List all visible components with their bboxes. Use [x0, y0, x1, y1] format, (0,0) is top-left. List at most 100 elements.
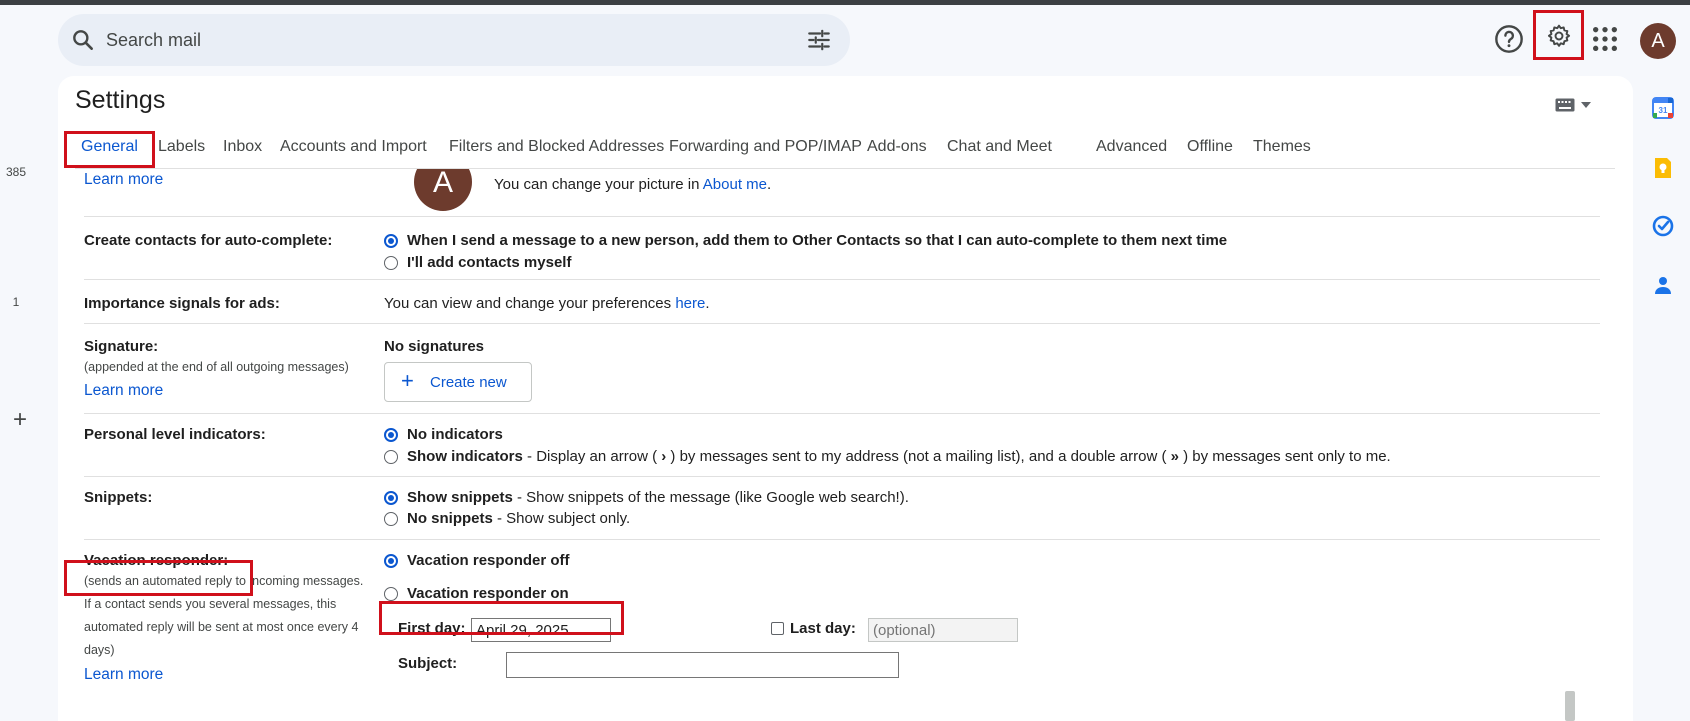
settings-panel: Settings General Labels Inbox Accounts a… [58, 76, 1633, 721]
snippets-row: Snippets: Show snippets - Show snippets … [84, 477, 1600, 540]
signature-row: Signature: (appended at the end of all o… [84, 324, 1600, 414]
vacation-on-radio[interactable] [384, 586, 398, 601]
account-avatar[interactable]: A [1640, 23, 1676, 59]
vacation-on-highlight [379, 601, 624, 635]
calendar-icon[interactable]: 31 [1651, 96, 1675, 120]
tab-advanced[interactable]: Advanced [1096, 138, 1167, 156]
contacts-option-manual[interactable]: I'll add contacts myself [384, 254, 571, 271]
signature-label: Signature: [84, 338, 159, 355]
tab-add-ons[interactable]: Add-ons [867, 138, 927, 156]
contacts-manual-radio[interactable] [384, 255, 398, 270]
last-day-checkbox[interactable] [771, 622, 784, 635]
subject-input[interactable] [506, 652, 899, 678]
left-rail: 385 1 + [0, 5, 58, 721]
create-signature-label: Create new [430, 374, 507, 391]
create-signature-button[interactable]: + Create new [384, 362, 532, 402]
tab-forwarding-and-pop-imap[interactable]: Forwarding and POP/IMAP [669, 138, 862, 156]
snippets-label: Snippets: [84, 489, 153, 506]
svg-text:31: 31 [1659, 106, 1668, 115]
plus-icon: + [401, 368, 414, 393]
help-icon[interactable] [1493, 23, 1525, 55]
apps-icon[interactable] [1589, 23, 1621, 55]
tab-themes[interactable]: Themes [1253, 138, 1311, 156]
show-snippets-radio[interactable] [384, 490, 398, 505]
dropdown-arrow-icon [1581, 102, 1591, 108]
search-icon[interactable] [70, 27, 96, 53]
vacation-sub-4: days) [84, 643, 115, 657]
vacation-off-option[interactable]: Vacation responder off [384, 552, 570, 569]
show-indicators-radio[interactable] [384, 449, 398, 464]
picture-period: . [767, 176, 772, 193]
profile-picture[interactable]: A [414, 169, 472, 211]
importance-row: Importance signals for ads: You can view… [84, 280, 1600, 324]
rail-count-other: 1 [12, 295, 20, 309]
importance-period: . [705, 295, 710, 312]
tab-offline[interactable]: Offline [1187, 138, 1233, 156]
search-input[interactable] [106, 22, 796, 58]
window-top-strip [0, 0, 1690, 5]
signature-learn-more-link[interactable]: Learn more [84, 379, 163, 402]
personal-indicators-row: Personal level indicators: No indicators… [84, 414, 1600, 477]
last-day-label: Last day: [790, 620, 856, 637]
keyboard-icon [1555, 98, 1575, 112]
settings-highlight [1533, 10, 1584, 60]
vacation-learn-more-link[interactable]: Learn more [84, 663, 163, 686]
picture-change-label: You can change your picture in [494, 176, 700, 193]
show-indicators-desc-b: ) by messages sent to my address (not a … [666, 448, 1171, 465]
contacts-option-auto[interactable]: When I send a message to a new person, a… [384, 232, 1227, 249]
input-tools-button[interactable] [1555, 94, 1599, 116]
picture-learn-more-link[interactable]: Learn more [84, 169, 163, 191]
search-bar [58, 14, 850, 66]
settings-tabs: General Labels Inbox Accounts and Import… [75, 127, 1615, 169]
show-indicators-desc-c: ) by messages sent only to me. [1178, 448, 1391, 465]
contacts-auto-label: When I send a message to a new person, a… [407, 232, 1228, 249]
keep-icon[interactable] [1651, 156, 1675, 180]
scrollbar-thumb[interactable] [1565, 691, 1575, 721]
no-snippets-desc: - Show subject only. [492, 510, 631, 527]
page-title: Settings [75, 86, 166, 114]
show-indicators-desc-a: - Display an arrow ( [522, 448, 662, 465]
no-snippets-radio[interactable] [384, 511, 398, 526]
settings-content: Learn more A You can change your picture… [58, 169, 1633, 721]
no-indicators-option[interactable]: No indicators [384, 426, 503, 443]
signature-sub: (appended at the end of all outgoing mes… [84, 360, 349, 374]
tab-inbox[interactable]: Inbox [223, 138, 262, 156]
importance-desc: You can view and change your preferences [384, 295, 672, 312]
vacation-on-option[interactable]: Vacation responder on [384, 585, 569, 602]
importance-text: You can view and change your preferences… [384, 295, 710, 312]
no-snippets-option[interactable]: No snippets - Show subject only. [384, 510, 630, 527]
vacation-sub-2: If a contact sends you several messages,… [84, 597, 337, 611]
show-indicators-label: Show indicators [407, 448, 523, 465]
subject-label: Subject: [398, 655, 458, 672]
show-snippets-option[interactable]: Show snippets - Show snippets of the mes… [384, 489, 909, 506]
vacation-on-label: Vacation responder on [407, 585, 569, 602]
about-me-link[interactable]: About me [703, 176, 767, 193]
tab-labels[interactable]: Labels [158, 138, 205, 156]
no-indicators-radio[interactable] [384, 427, 398, 442]
vacation-off-radio[interactable] [384, 553, 398, 568]
gear-icon[interactable] [1546, 23, 1572, 49]
tune-icon[interactable] [806, 27, 832, 53]
tasks-icon[interactable] [1651, 214, 1675, 238]
add-label-button[interactable]: + [8, 408, 32, 432]
vacation-row: Vacation responder: (sends an automated … [84, 540, 1600, 721]
contacts-auto-radio[interactable] [384, 233, 398, 248]
tab-filters-and-blocked-addresses[interactable]: Filters and Blocked Addresses [449, 138, 664, 156]
vacation-label-highlight [64, 560, 253, 596]
vacation-off-label: Vacation responder off [407, 552, 570, 569]
tab-chat-and-meet[interactable]: Chat and Meet [947, 138, 1052, 156]
tab-accounts-and-import[interactable]: Accounts and Import [280, 138, 427, 156]
double-arrow-glyph: » [1170, 448, 1179, 465]
no-indicators-label: No indicators [407, 426, 503, 443]
vacation-sub-3: automated reply will be sent at most onc… [84, 620, 359, 634]
contacts-manual-label: I'll add contacts myself [407, 254, 572, 271]
importance-here-link[interactable]: here [675, 295, 705, 312]
show-indicators-option[interactable]: Show indicators - Display an arrow ( › )… [384, 448, 1391, 465]
general-tab-highlight [64, 131, 155, 168]
contacts-icon[interactable] [1651, 273, 1675, 297]
contacts-row: Create contacts for auto-complete: When … [84, 217, 1600, 280]
side-panel: 31 [1633, 80, 1690, 721]
no-snippets-label: No snippets [407, 510, 493, 527]
picture-row: Learn more A You can change your picture… [84, 169, 1600, 217]
last-day-input[interactable] [868, 618, 1018, 642]
